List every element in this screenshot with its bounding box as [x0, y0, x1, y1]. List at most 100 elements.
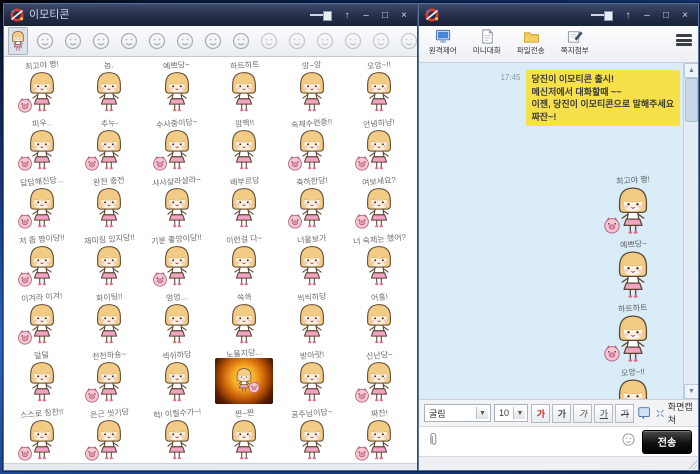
remote-control-button[interactable]: 원격제어: [425, 28, 461, 56]
emoticon-sticker[interactable]: 덜덜: [8, 348, 76, 406]
emoticon-category-tab[interactable]: [63, 31, 83, 51]
emoticon-sticker[interactable]: 배부르당: [211, 174, 279, 232]
font-style-button[interactable]: 가: [552, 404, 571, 423]
emoticon-sticker[interactable]: 엉엉...: [143, 290, 211, 348]
font-family-select[interactable]: 굴림 ▼: [424, 404, 491, 422]
emoticon-sticker[interactable]: 최고야 짱!: [8, 58, 76, 116]
emoticon-sticker[interactable]: 하트하트: [211, 58, 279, 116]
emoticon-sticker[interactable]: 어흥!: [346, 290, 414, 348]
font-size-select[interactable]: 10 ▼: [494, 404, 528, 422]
opacity-slider-icon[interactable]: [307, 8, 335, 22]
emoticon-category-tab[interactable]: [371, 31, 391, 51]
file-transfer-button[interactable]: 파일전송: [513, 28, 549, 56]
screen-capture-button[interactable]: 화면캡쳐: [656, 400, 693, 426]
emoticon-sticker[interactable]: 은근 씻기당: [76, 406, 144, 463]
emoticon-sticker[interactable]: 오앙~!!: [346, 58, 414, 116]
emoticon-sticker[interactable]: 이겨라 이겨!: [8, 290, 76, 348]
opacity-slider-icon[interactable]: [588, 8, 616, 22]
emoticon-category-tab[interactable]: [343, 31, 363, 51]
tool-label: 원격제어: [429, 45, 457, 55]
emoticon-caption: 놉.: [104, 60, 114, 71]
close-icon[interactable]: ×: [678, 8, 692, 22]
emoticon-sticker[interactable]: 씩씩하당: [278, 290, 346, 348]
font-style-button[interactable]: 가: [573, 404, 592, 423]
emoticon-sticker[interactable]: 짠~짠: [211, 406, 279, 463]
emoticon-sticker[interactable]: 샤샤샬라샬라~: [143, 174, 211, 232]
emoticon-sticker[interactable]: 기분 좋앙이당!!: [143, 232, 211, 290]
font-style-button[interactable]: 가: [615, 404, 634, 423]
minimize-icon[interactable]: –: [640, 8, 654, 22]
emoticon-sticker[interactable]: 숙제수련중!!: [278, 116, 346, 174]
close-icon[interactable]: ×: [397, 8, 411, 22]
mini-chat-button[interactable]: 미니대화: [469, 28, 505, 56]
scroll-up-button[interactable]: ▲: [684, 63, 698, 78]
emoticon-sticker[interactable]: 천천하숑~: [76, 348, 144, 406]
maximize-icon[interactable]: □: [378, 8, 392, 22]
emoticon-sticker[interactable]: 여보세요?: [346, 174, 414, 232]
window-title: 이모티콘: [29, 4, 69, 26]
insert-emoticon-button[interactable]: [621, 432, 636, 452]
emoticon-sticker[interactable]: 스스로 칭찬!!: [8, 406, 76, 463]
emoticon-category-tab[interactable]: [399, 31, 419, 51]
emoticon-sticker[interactable]: 짜잔!: [346, 406, 414, 463]
scroll-thumb[interactable]: [685, 78, 698, 122]
emoticon-category-tab[interactable]: [35, 31, 55, 51]
menu-hamburger-icon[interactable]: [676, 34, 692, 46]
paperclip-icon: [425, 431, 441, 447]
emoticon-window-titlebar[interactable]: 이모티콘 ↑ – □ ×: [4, 4, 417, 26]
emoticon-sticker[interactable]: 쓱쓱: [211, 290, 279, 348]
emoticon-category-tab[interactable]: [91, 31, 111, 51]
face-category-icon: [259, 31, 279, 51]
emoticon-sticker[interactable]: 공주님이당~: [278, 406, 346, 463]
emoticon-art: [15, 244, 69, 288]
emoticon-sticker[interactable]: 헉! 이럴수가~!: [143, 406, 211, 463]
emoticon-sticker[interactable]: 수사중이당~: [143, 116, 211, 174]
emoticon-category-tab[interactable]: [287, 31, 307, 51]
emoticon-sticker[interactable]: 재미짐 있지당!!: [76, 232, 144, 290]
emoticon-sticker[interactable]: 답답해진당...: [8, 174, 76, 232]
emoticon-sticker[interactable]: 예쁘당~: [143, 58, 211, 116]
attach-file-button[interactable]: [425, 431, 441, 452]
tab-danjin-character-selected[interactable]: [8, 27, 28, 55]
emoticon-category-tab[interactable]: [203, 31, 223, 51]
maximize-icon[interactable]: □: [659, 8, 673, 22]
emoticon-sticker[interactable]: 노을지당...: [211, 348, 279, 406]
emoticon-sticker[interactable]: 받아랏!: [278, 348, 346, 406]
note-attach-button[interactable]: 쪽지첨부: [557, 28, 593, 56]
emoticon-sticker[interactable]: 깜짝!!: [211, 116, 279, 174]
emoticon-sticker[interactable]: 추누-: [76, 116, 144, 174]
chat-window-titlebar[interactable]: ↑ – □ ×: [419, 4, 698, 26]
emoticon-picker-button[interactable]: [637, 405, 653, 422]
emoticon-category-tab[interactable]: [231, 31, 251, 51]
minimize-icon[interactable]: –: [359, 8, 373, 22]
emoticon-sticker[interactable]: 축하한당!: [278, 174, 346, 232]
emoticon-sticker[interactable]: 이런걸 다~: [211, 232, 279, 290]
emoticon-category-tab[interactable]: [259, 31, 279, 51]
emoticon-category-tab[interactable]: [315, 31, 335, 51]
emoticon-sticker[interactable]: 너울보가: [278, 232, 346, 290]
emoticon-sticker[interactable]: 안녕하냥!: [346, 116, 414, 174]
face-category-icon: [343, 31, 363, 51]
emoticon-sticker[interactable]: 완전 충전: [76, 174, 144, 232]
emoticon-sticker[interactable]: 저 좀 짱이당!!: [8, 232, 76, 290]
chat-scrollbar[interactable]: ▲ ▼: [683, 63, 698, 399]
emoticon-sticker[interactable]: 놉.: [76, 58, 144, 116]
send-button[interactable]: 전송: [642, 430, 692, 454]
emoticon-sticker[interactable]: 피우..: [8, 116, 76, 174]
emoticon-sticker[interactable]: 너 숙제는 했어?: [346, 232, 414, 290]
emoticon-category-tab[interactable]: [147, 31, 167, 51]
emoticon-sticker[interactable]: 신난당~: [346, 348, 414, 406]
emoticon-category-tab[interactable]: [119, 31, 139, 51]
resize-grip[interactable]: [687, 459, 697, 469]
font-style-button[interactable]: 가: [531, 404, 550, 423]
font-style-button[interactable]: 가: [594, 404, 613, 423]
emoticon-sticker[interactable]: 화이팅!!: [76, 290, 144, 348]
scroll-down-button[interactable]: ▼: [684, 384, 698, 399]
message-row: 17:45 당진이 이모티콘 출시!메신저에서 대화할때 ~~이젠, 당진이 이…: [500, 70, 680, 126]
pin-on-top-icon[interactable]: ↑: [621, 8, 635, 22]
emoticon-sticker[interactable]: 앙~앙: [278, 58, 346, 116]
emoticon-sticker[interactable]: 섹쉬하당: [143, 348, 211, 406]
message-input[interactable]: [447, 427, 615, 456]
emoticon-category-tab[interactable]: [175, 31, 195, 51]
pin-on-top-icon[interactable]: ↑: [340, 8, 354, 22]
